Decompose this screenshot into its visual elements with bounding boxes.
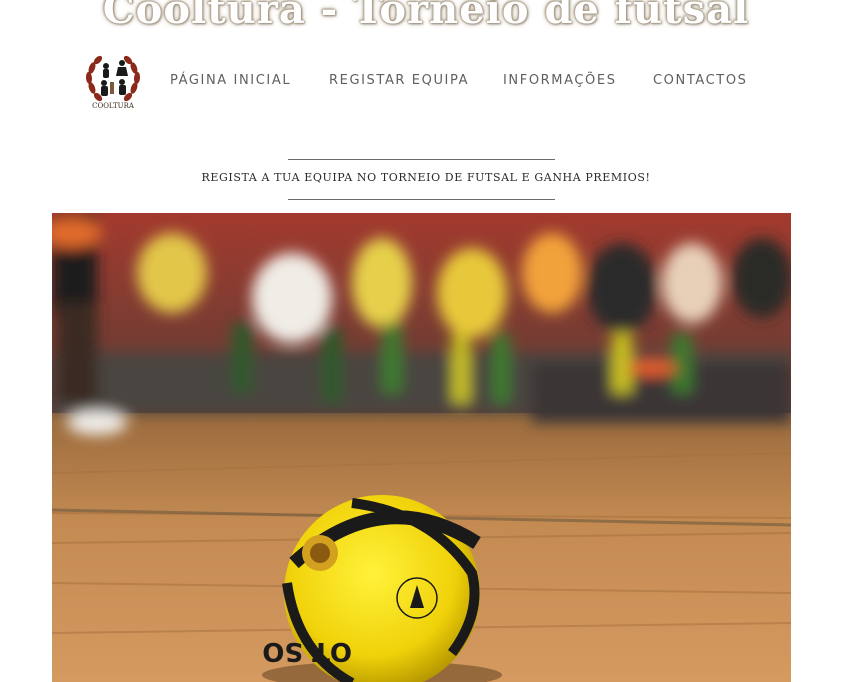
nav-item-info[interactable]: INFORMAÇÕES [503, 73, 617, 88]
svg-text:OT SO: OT SO [262, 636, 352, 666]
tagline-top-divider [288, 159, 555, 160]
tagline-bottom-divider [288, 199, 555, 200]
site-logo[interactable]: COOLTURA [82, 52, 144, 112]
site-title: Cooltura - Torneio de futsal [102, 0, 750, 33]
nav-item-register-team[interactable]: REGISTAR EQUIPA [329, 73, 469, 88]
banner-tagline: REGISTA A TUA EQUIPA NO TORNEIO DE FUTSA… [201, 171, 651, 184]
svg-text:COOLTURA: COOLTURA [92, 102, 135, 110]
futsal-ball-photo: OT SO [52, 213, 791, 682]
laurel-logo-icon: COOLTURA [85, 55, 141, 110]
nav-item-home[interactable]: PÁGINA INICIAL [170, 73, 291, 88]
hero-image: OT SO [52, 213, 791, 682]
nav-item-contacts[interactable]: CONTACTOS [653, 73, 748, 88]
